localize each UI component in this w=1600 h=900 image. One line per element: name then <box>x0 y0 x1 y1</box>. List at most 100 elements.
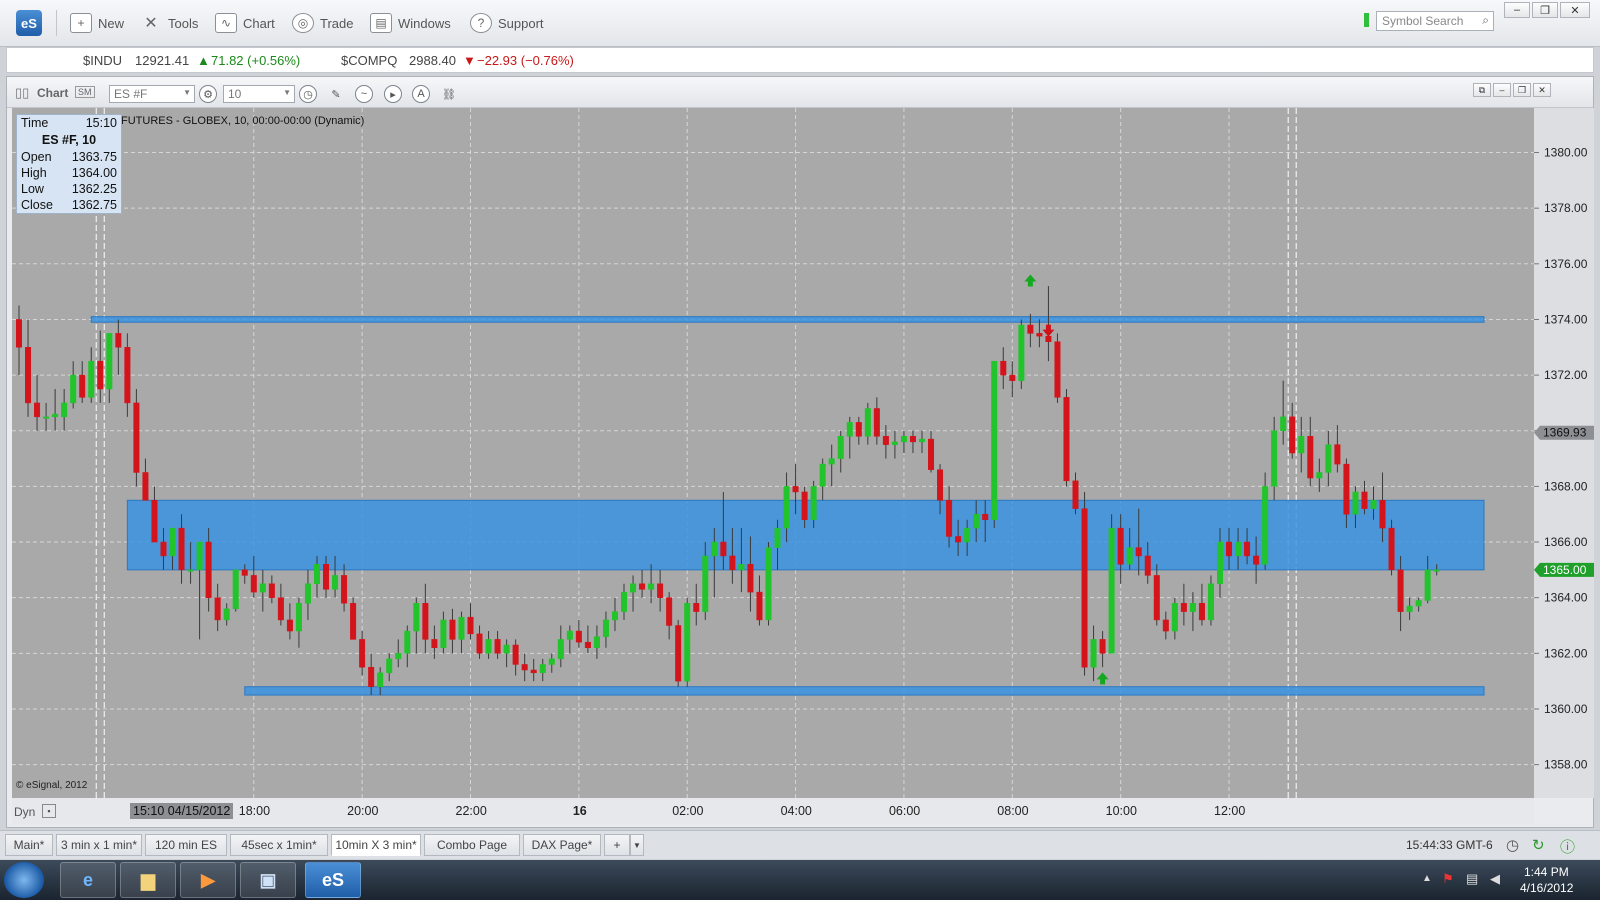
restore-icon[interactable]: ❐ <box>1513 83 1531 97</box>
price-axis[interactable]: 1380.001378.001376.001374.001372.001370.… <box>1534 108 1594 798</box>
internet-explorer-icon[interactable]: e <box>60 862 116 898</box>
tab-120-min-es[interactable]: 120 min ES <box>145 834 227 856</box>
candle-body <box>61 402 68 418</box>
info-icon[interactable]: ⓘ <box>1560 836 1575 857</box>
tools-button[interactable]: ✕ Tools <box>140 12 198 34</box>
esignal-taskbar-icon[interactable]: eS <box>305 862 361 898</box>
new-button[interactable]: + New <box>70 12 124 34</box>
candle-body <box>187 569 194 572</box>
candle-body <box>1162 619 1169 632</box>
chart-window-icon: ▯▯ <box>15 85 30 100</box>
taskbar-clock[interactable]: 1:44 PM <box>1524 865 1569 879</box>
price-chart[interactable]: FUTURES - GLOBEX, 10, 00:00-00:00 (Dynam… <box>12 108 1534 798</box>
tray-expand-icon[interactable]: ▲ <box>1422 873 1432 884</box>
candle-body <box>431 639 438 649</box>
tab-3-min-x-1-min[interactable]: 3 min x 1 min* <box>56 834 142 856</box>
tab-dax-page[interactable]: DAX Page* <box>523 834 601 856</box>
windows-button-label: Windows <box>398 15 451 31</box>
minimize-icon[interactable]: – <box>1493 83 1511 97</box>
refresh-icon[interactable]: ↻ <box>1532 836 1545 854</box>
candle-body <box>1198 602 1205 621</box>
candle-body <box>1180 602 1187 612</box>
tab-10min-x-3-min[interactable]: 10min X 3 min* <box>331 834 421 856</box>
lock-icon[interactable]: ▪ <box>42 804 56 818</box>
search-icon: ⌕ <box>1482 13 1489 27</box>
candle-body <box>783 486 790 529</box>
remote-desktop-icon[interactable]: ▣ <box>240 862 296 898</box>
minimize-icon[interactable]: – <box>1504 2 1530 18</box>
main-toolbar: eS + New ✕ Tools ∿ Chart ◎ Trade ▤ Windo… <box>0 0 1600 47</box>
candle-body <box>1388 527 1395 571</box>
tab-45sec-x-1min[interactable]: 45sec x 1min* <box>230 834 328 856</box>
action-center-icon[interactable]: ⚑ <box>1442 871 1454 887</box>
clock-status-icon[interactable]: ◷ <box>1506 836 1519 854</box>
candle-body <box>1189 602 1196 612</box>
ticker-compq-change: −22.93 (−0.76%) <box>477 53 574 68</box>
candle-body <box>1352 491 1359 515</box>
candle-body <box>43 416 50 419</box>
candle-body <box>313 564 320 585</box>
alert-icon[interactable]: A <box>412 85 430 103</box>
start-button-icon[interactable] <box>4 862 44 898</box>
close-icon[interactable]: ✕ <box>1533 83 1551 97</box>
esignal-logo[interactable]: eS <box>16 10 42 36</box>
chart-button[interactable]: ∿ Chart <box>215 12 275 34</box>
candle-body <box>494 639 501 654</box>
tabs-menu-chevron-down-icon[interactable]: ▼ <box>630 834 644 856</box>
ticker-indu-up-icon: ▲ <box>197 53 210 68</box>
candle-body <box>106 333 113 390</box>
candle-body <box>79 374 86 398</box>
price-marker-label: 1369.93 <box>1543 426 1587 440</box>
candle-body <box>765 547 772 621</box>
price-tick-label: 1372.00 <box>1544 368 1588 382</box>
close-icon[interactable]: ✕ <box>1560 2 1590 18</box>
candle-body <box>1126 547 1133 565</box>
network-icon[interactable]: ▤ <box>1466 871 1478 887</box>
volume-icon[interactable]: ◀ <box>1490 871 1500 887</box>
play-icon[interactable]: ▸ <box>384 85 402 103</box>
tab-combo-page[interactable]: Combo Page <box>424 834 520 856</box>
ticker-compq-symbol[interactable]: $COMPQ <box>341 53 397 68</box>
candle-body <box>602 619 609 637</box>
candle-body <box>368 666 375 687</box>
candle-body <box>1370 500 1377 509</box>
trade-button[interactable]: ◎ Trade <box>292 12 353 34</box>
ticker-indu-symbol[interactable]: $INDU <box>83 53 122 68</box>
candle-body <box>1325 444 1332 473</box>
candle-body <box>259 583 266 593</box>
symbol-search-placeholder: Symbol Search <box>1382 14 1464 28</box>
candle-body <box>792 486 799 493</box>
time-tick-label: 02:00 <box>672 804 704 818</box>
candle-body <box>160 541 167 557</box>
support-button[interactable]: ? Support <box>470 12 544 34</box>
candle-body <box>214 597 221 621</box>
link-icon[interactable]: SM <box>75 86 95 98</box>
candle-body <box>693 602 700 612</box>
tab-main[interactable]: Main* <box>5 834 53 856</box>
symbol-search-input[interactable]: Symbol Search ⌕ <box>1376 11 1494 31</box>
candle-body <box>1216 541 1223 585</box>
candle-body <box>25 347 32 404</box>
pencil-icon[interactable]: ✎ <box>327 85 345 103</box>
candle-body <box>323 564 330 590</box>
candle-body <box>611 611 618 621</box>
windows-button[interactable]: ▤ Windows <box>370 12 451 34</box>
candle-body <box>97 360 104 390</box>
media-player-icon[interactable]: ▶ <box>180 862 236 898</box>
interval-select[interactable]: 10 ▼ <box>223 85 295 103</box>
symbol-select[interactable]: ES #F ▼ <box>109 85 195 103</box>
settings-gear-icon[interactable]: ⚙ <box>199 85 217 103</box>
study-icon[interactable]: ~ <box>355 85 373 103</box>
file-explorer-icon[interactable]: ▆ <box>120 862 176 898</box>
candle-body <box>286 619 293 632</box>
candle-body <box>512 644 519 665</box>
price-tick-label: 1374.00 <box>1544 312 1588 326</box>
detach-icon[interactable]: ⧉ <box>1473 83 1491 97</box>
clock-icon[interactable]: ◷ <box>299 85 317 103</box>
ticker-indu-price: 12921.41 <box>135 53 190 68</box>
time-axis[interactable]: Dyn ▪ 15:10 04/15/2012 18:00 20:00 22:00 16… <box>12 798 1534 824</box>
add-tab-icon[interactable]: + <box>604 834 630 856</box>
restore-icon[interactable]: ❐ <box>1532 2 1558 18</box>
taskbar-date[interactable]: 4/16/2012 <box>1520 881 1573 895</box>
link-chain-icon[interactable]: ⛓ <box>440 85 458 103</box>
